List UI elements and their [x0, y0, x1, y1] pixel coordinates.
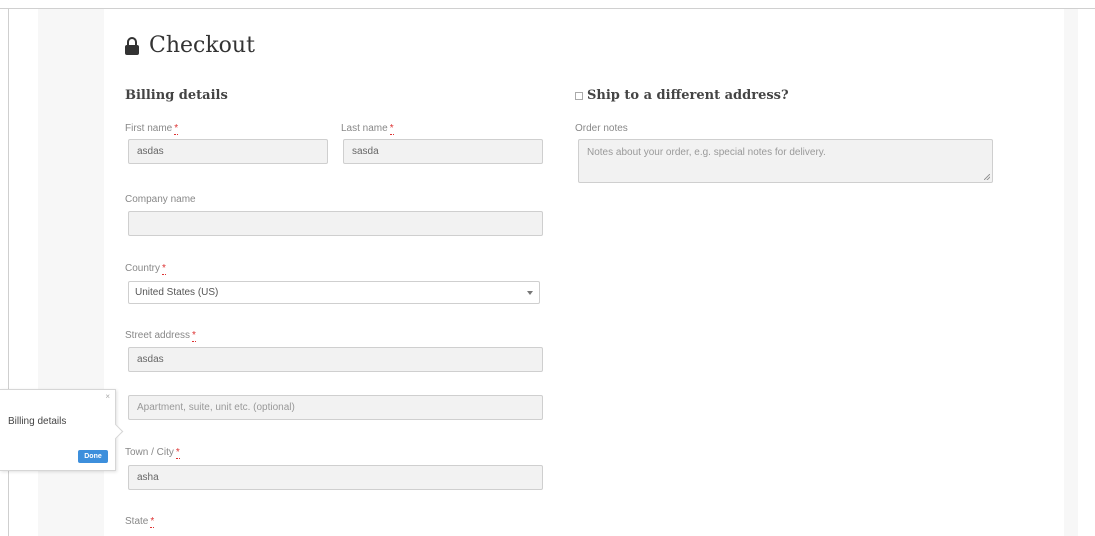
dropdown-arrow-icon — [527, 291, 533, 295]
order-notes-textarea[interactable]: Notes about your order, e.g. special not… — [578, 139, 993, 183]
page-title-text: Checkout — [149, 33, 255, 58]
first-name-label: First name * — [125, 123, 179, 135]
state-label: State * — [125, 516, 155, 528]
tooltip-title: Billing details — [8, 416, 67, 427]
first-name-input[interactable]: asdas — [128, 139, 328, 164]
billing-heading: Billing details — [125, 88, 228, 103]
street-address-line2-input[interactable]: Apartment, suite, unit etc. (optional) — [128, 395, 543, 420]
done-button[interactable]: Done — [78, 450, 108, 463]
resize-grip-icon[interactable] — [984, 174, 990, 180]
order-notes-label: Order notes — [575, 123, 628, 134]
country-select[interactable]: United States (US) — [128, 281, 540, 304]
ship-different-address-checkbox[interactable] — [575, 91, 583, 100]
close-icon[interactable]: × — [105, 392, 110, 401]
street-address-label: Street address * — [125, 330, 196, 342]
lock-icon — [125, 36, 139, 55]
order-notes-placeholder: Notes about your order, e.g. special not… — [587, 147, 826, 158]
city-input[interactable]: asha — [128, 465, 543, 490]
city-label: Town / City * — [125, 447, 180, 459]
tour-tooltip: × Billing details Done — [0, 389, 124, 471]
ship-different-address[interactable]: Ship to a different address? — [575, 88, 789, 103]
ship-different-address-label: Ship to a different address? — [587, 88, 789, 103]
page-title: Checkout — [125, 33, 255, 58]
country-select-value: United States (US) — [135, 287, 219, 298]
country-label: Country * — [125, 263, 166, 275]
street-address-input[interactable]: asdas — [128, 347, 543, 372]
last-name-input[interactable]: sasda — [343, 139, 543, 164]
company-name-label: Company name — [125, 194, 196, 205]
company-name-input[interactable] — [128, 211, 543, 236]
last-name-label: Last name * — [341, 123, 394, 135]
